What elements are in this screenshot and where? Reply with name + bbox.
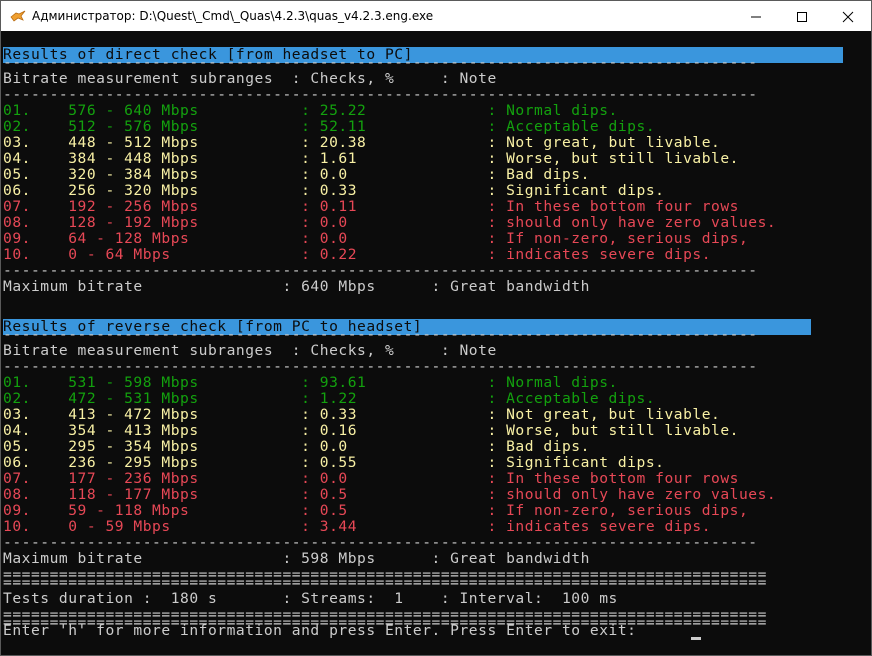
separator-line: ----------------------------------------…	[3, 534, 758, 551]
result-row: 08. 118 - 177 Mbps : 0.5 : should only h…	[3, 486, 777, 503]
result-row: 08. 128 - 192 Mbps : 0.0 : should only h…	[3, 214, 777, 231]
separator-line: ----------------------------------------…	[3, 86, 758, 103]
result-row: 06. 236 - 295 Mbps : 0.55 : Significant …	[3, 454, 665, 471]
result-row: 01. 531 - 598 Mbps : 93.61 : Normal dips…	[3, 374, 618, 391]
result-row: 09. 59 - 118 Mbps : 0.5 : If non-zero, s…	[3, 502, 749, 519]
result-row: 04. 354 - 413 Mbps : 0.16 : Worse, but s…	[3, 422, 739, 439]
result-row: 02. 512 - 576 Mbps : 52.11 : Acceptable …	[3, 118, 656, 135]
separator-line: ----------------------------------------…	[3, 54, 758, 71]
close-button[interactable]	[825, 1, 871, 31]
result-row: 01. 576 - 640 Mbps : 25.22 : Normal dips…	[3, 102, 618, 119]
console-window: Администратор: D:\Quest\_Cmd\_Quas\4.2.3…	[0, 0, 872, 656]
maximize-icon	[797, 12, 807, 22]
exit-prompt: Enter 'h' for more information and press…	[3, 622, 637, 639]
result-row: 03. 413 - 472 Mbps : 0.33 : Not great, b…	[3, 406, 721, 423]
test-summary-row: Tests duration : 180 s : Streams: 1 : In…	[3, 590, 618, 607]
result-row: 02. 472 - 531 Mbps : 1.22 : Acceptable d…	[3, 390, 656, 407]
result-row: 07. 177 - 236 Mbps : 0.0 : In these bott…	[3, 470, 739, 487]
result-row: 06. 256 - 320 Mbps : 0.33 : Significant …	[3, 182, 665, 199]
double-separator: ========================================…	[3, 574, 767, 591]
title-bar[interactable]: Администратор: D:\Quest\_Cmd\_Quas\4.2.3…	[1, 1, 871, 31]
maximum-bitrate-row: Maximum bitrate : 598 Mbps : Great bandw…	[3, 550, 590, 567]
result-row: 04. 384 - 448 Mbps : 1.61 : Worse, but s…	[3, 150, 739, 167]
separator-line: ----------------------------------------…	[3, 262, 758, 279]
result-row: 03. 448 - 512 Mbps : 20.38 : Not great, …	[3, 134, 721, 151]
result-row: 10. 0 - 59 Mbps : 3.44 : indicates sever…	[3, 518, 712, 535]
separator-line: ----------------------------------------…	[3, 326, 758, 343]
text-cursor	[691, 637, 701, 640]
window-title: Администратор: D:\Quest\_Cmd\_Quas\4.2.3…	[32, 9, 434, 23]
maximum-bitrate-row: Maximum bitrate : 640 Mbps : Great bandw…	[3, 278, 590, 295]
result-row: 05. 320 - 384 Mbps : 0.0 : Bad dips.	[3, 166, 590, 183]
result-row: 09. 64 - 128 Mbps : 0.0 : If non-zero, s…	[3, 230, 749, 247]
close-icon	[842, 11, 854, 23]
console-output[interactable]: Results of direct check [from headset to…	[3, 47, 869, 651]
minimize-button[interactable]	[733, 1, 779, 31]
maximize-button[interactable]	[779, 1, 825, 31]
quas-app-icon	[10, 10, 26, 22]
column-headers: Bitrate measurement subranges : Checks, …	[3, 70, 497, 87]
result-row: 07. 192 - 256 Mbps : 0.11 : In these bot…	[3, 198, 739, 215]
result-row: 10. 0 - 64 Mbps : 0.22 : indicates sever…	[3, 246, 712, 263]
minimize-icon	[751, 16, 761, 18]
separator-line: ----------------------------------------…	[3, 358, 758, 375]
column-headers: Bitrate measurement subranges : Checks, …	[3, 342, 497, 359]
result-row: 05. 295 - 354 Mbps : 0.0 : Bad dips.	[3, 438, 590, 455]
